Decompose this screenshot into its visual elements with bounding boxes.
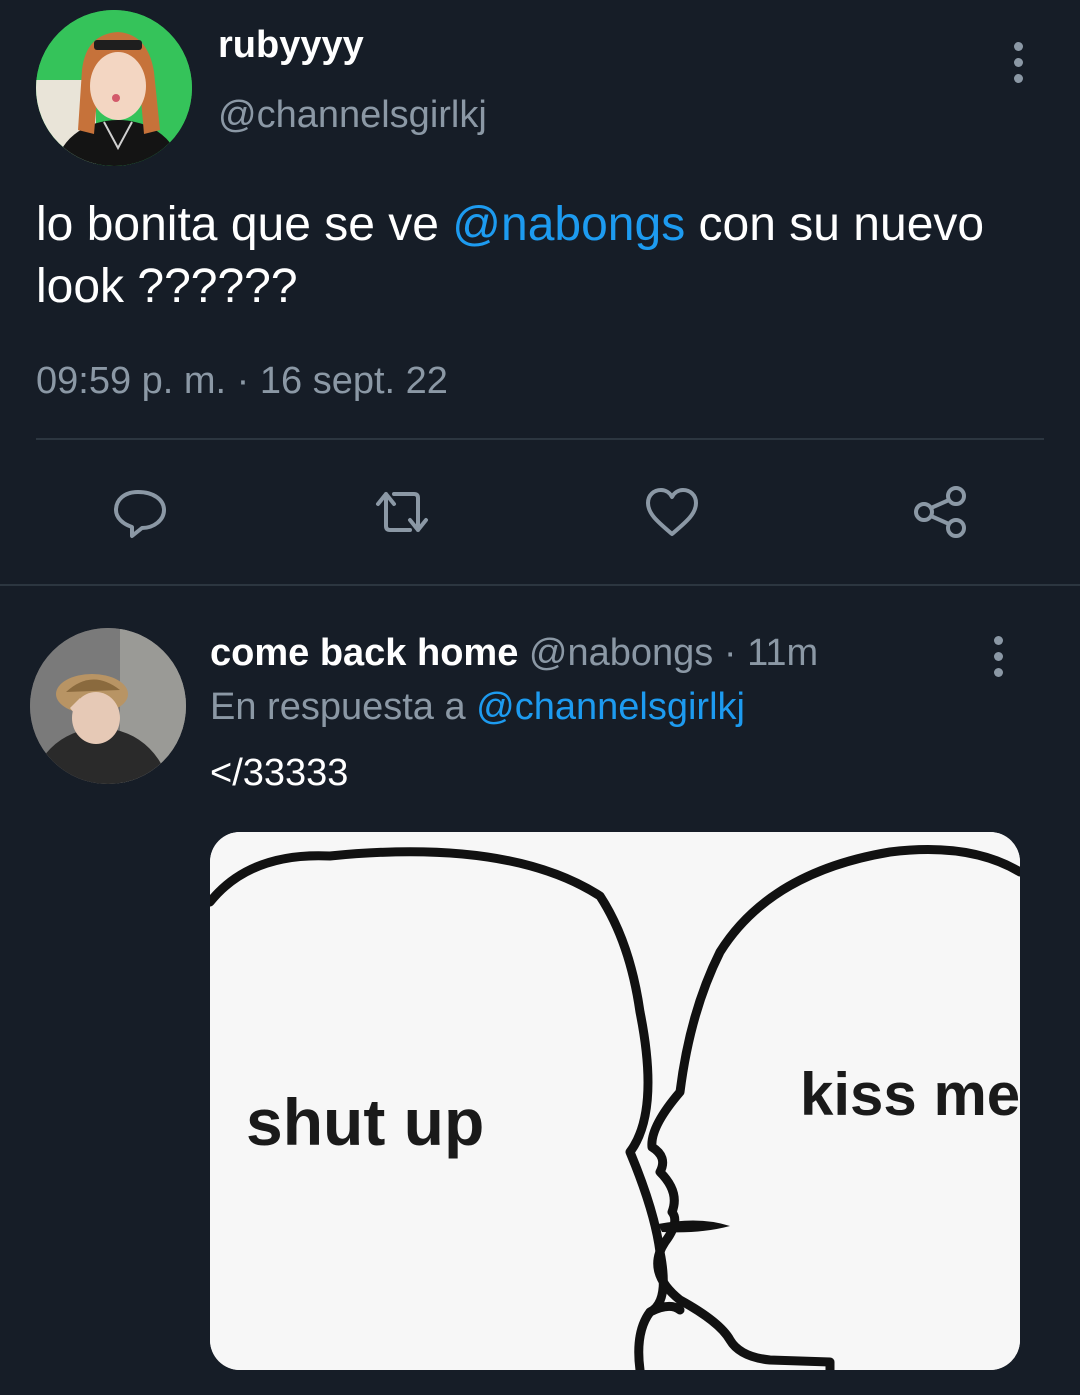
divider xyxy=(36,438,1044,440)
author-display-name[interactable]: rubyyyy xyxy=(218,24,364,67)
reply-context-prefix: En respuesta a xyxy=(210,686,466,728)
reply-icon xyxy=(114,490,166,538)
author-handle[interactable]: @channelsgirlkj xyxy=(218,94,487,137)
share-icon xyxy=(914,486,966,538)
reply-handle[interactable]: @nabongs xyxy=(529,632,713,674)
reply-media-image[interactable]: shut up kiss me xyxy=(210,832,1020,1370)
tweet-text: lo bonita que se ve @nabongs con su nuev… xyxy=(36,194,1036,318)
section-divider xyxy=(0,584,1080,586)
retweet-button[interactable] xyxy=(362,472,442,552)
tweet-menu-icon[interactable] xyxy=(1006,42,1030,83)
reply-avatar-image xyxy=(30,628,186,784)
reply-author-avatar[interactable] xyxy=(30,628,186,784)
reply-header: come back home @nabongs · 11m xyxy=(210,632,818,675)
reply-context: En respuesta a @channelsgirlkj xyxy=(210,686,745,729)
reply-display-name[interactable]: come back home xyxy=(210,632,518,674)
tweet-text-start: lo bonita que se ve xyxy=(36,198,453,251)
retweet-icon xyxy=(376,492,428,532)
like-button[interactable] xyxy=(632,472,712,552)
tweet-timestamp[interactable]: 09:59 p. m. · 16 sept. 22 xyxy=(36,360,448,403)
reply-time[interactable]: · 11m xyxy=(724,632,818,674)
reply-to-link[interactable]: @channelsgirlkj xyxy=(476,686,745,728)
share-button[interactable] xyxy=(900,472,980,552)
reply-text: </33333 xyxy=(210,752,349,794)
heart-icon xyxy=(646,488,698,536)
reply-button[interactable] xyxy=(100,472,180,552)
reply-menu-icon[interactable] xyxy=(986,636,1010,677)
meme-right-caption: kiss me xyxy=(800,1061,1020,1128)
meme-left-caption: shut up xyxy=(246,1085,485,1159)
tweet-mention-link[interactable]: @nabongs xyxy=(452,198,685,251)
author-avatar[interactable] xyxy=(36,10,192,166)
author-avatar-image xyxy=(36,10,192,166)
